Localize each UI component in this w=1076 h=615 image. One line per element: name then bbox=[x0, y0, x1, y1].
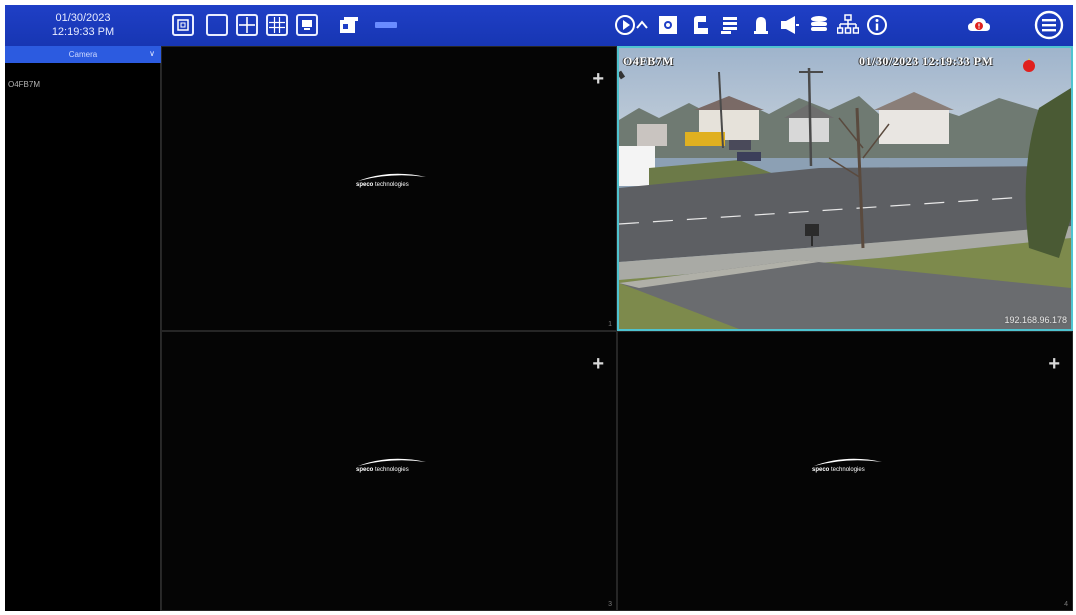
channel-number: 1 bbox=[608, 321, 612, 328]
fullscreen-icon[interactable] bbox=[172, 14, 194, 36]
recording-dot-icon bbox=[1023, 60, 1035, 72]
window-icon[interactable] bbox=[338, 14, 360, 36]
camera-sidebar: Camera ∨ O4FB7M bbox=[5, 46, 161, 611]
network-icon[interactable] bbox=[836, 13, 860, 37]
top-toolbar: 01/30/2023 12:19:33 PM bbox=[5, 5, 1073, 46]
alarm-light-icon[interactable] bbox=[749, 13, 773, 37]
layout-9-icon[interactable] bbox=[266, 14, 288, 36]
channel-number: 3 bbox=[608, 601, 612, 608]
logo-brand: speco bbox=[812, 467, 830, 473]
clock-date: 01/30/2023 bbox=[55, 12, 111, 24]
camera-ip: 192.168.96.178 bbox=[1004, 315, 1067, 325]
camera-dropdown[interactable]: Camera ∨ bbox=[5, 46, 161, 63]
clock: 01/30/2023 12:19:33 PM bbox=[5, 5, 161, 46]
logo-text: technologies bbox=[831, 467, 865, 473]
logo-brand: speco bbox=[356, 182, 374, 188]
disk-icon[interactable] bbox=[807, 13, 831, 37]
logo-brand: speco bbox=[356, 467, 374, 473]
channel-tile-4[interactable]: + speco technologies 4 bbox=[617, 331, 1073, 611]
channel-tile-1[interactable]: + speco technologies 1 bbox=[161, 46, 617, 331]
logo-text: technologies bbox=[375, 467, 409, 473]
event-list-icon[interactable] bbox=[718, 13, 742, 37]
osd-camera-name: O4FB7M bbox=[623, 54, 674, 68]
camera-list-item[interactable]: O4FB7M bbox=[8, 80, 40, 89]
layout-4-icon[interactable] bbox=[236, 14, 258, 36]
add-camera-icon[interactable]: + bbox=[592, 354, 604, 374]
channel-tile-2-live[interactable]: O4FB7M 01/30/2023 12:19:33 PM 192.168.96… bbox=[617, 46, 1073, 331]
nvr-live-view: 01/30/2023 12:19:33 PM Camera ∨ O4FB7M +… bbox=[5, 5, 1073, 611]
caret-up-icon[interactable] bbox=[634, 13, 650, 37]
camera-dropdown-label: Camera bbox=[68, 50, 98, 59]
camera-feed-image bbox=[619, 48, 1071, 329]
menu-icon[interactable] bbox=[1033, 9, 1065, 41]
alert-cloud-icon[interactable] bbox=[967, 13, 991, 37]
clock-time: 12:19:33 PM bbox=[51, 26, 115, 38]
display-icon[interactable] bbox=[296, 14, 318, 36]
speco-logo: speco technologies bbox=[810, 456, 884, 478]
condensed-bar-icon[interactable] bbox=[375, 22, 397, 28]
record-icon[interactable] bbox=[689, 13, 713, 37]
logo-text: technologies bbox=[375, 182, 409, 188]
add-camera-icon[interactable]: + bbox=[1048, 354, 1060, 374]
chevron-down-icon: ∨ bbox=[149, 49, 155, 58]
info-icon[interactable] bbox=[865, 13, 889, 37]
layout-1-icon[interactable] bbox=[206, 14, 228, 36]
add-camera-icon[interactable]: + bbox=[592, 69, 604, 89]
channel-number: 4 bbox=[1064, 601, 1068, 608]
snapshot-icon[interactable] bbox=[656, 13, 680, 37]
speco-logo: speco technologies bbox=[354, 456, 428, 478]
osd-datetime: 01/30/2023 12:19:33 PM bbox=[859, 54, 994, 68]
speaker-icon[interactable] bbox=[778, 13, 802, 37]
speco-logo: speco technologies bbox=[354, 171, 428, 193]
channel-tile-3[interactable]: + speco technologies 3 bbox=[161, 331, 617, 611]
